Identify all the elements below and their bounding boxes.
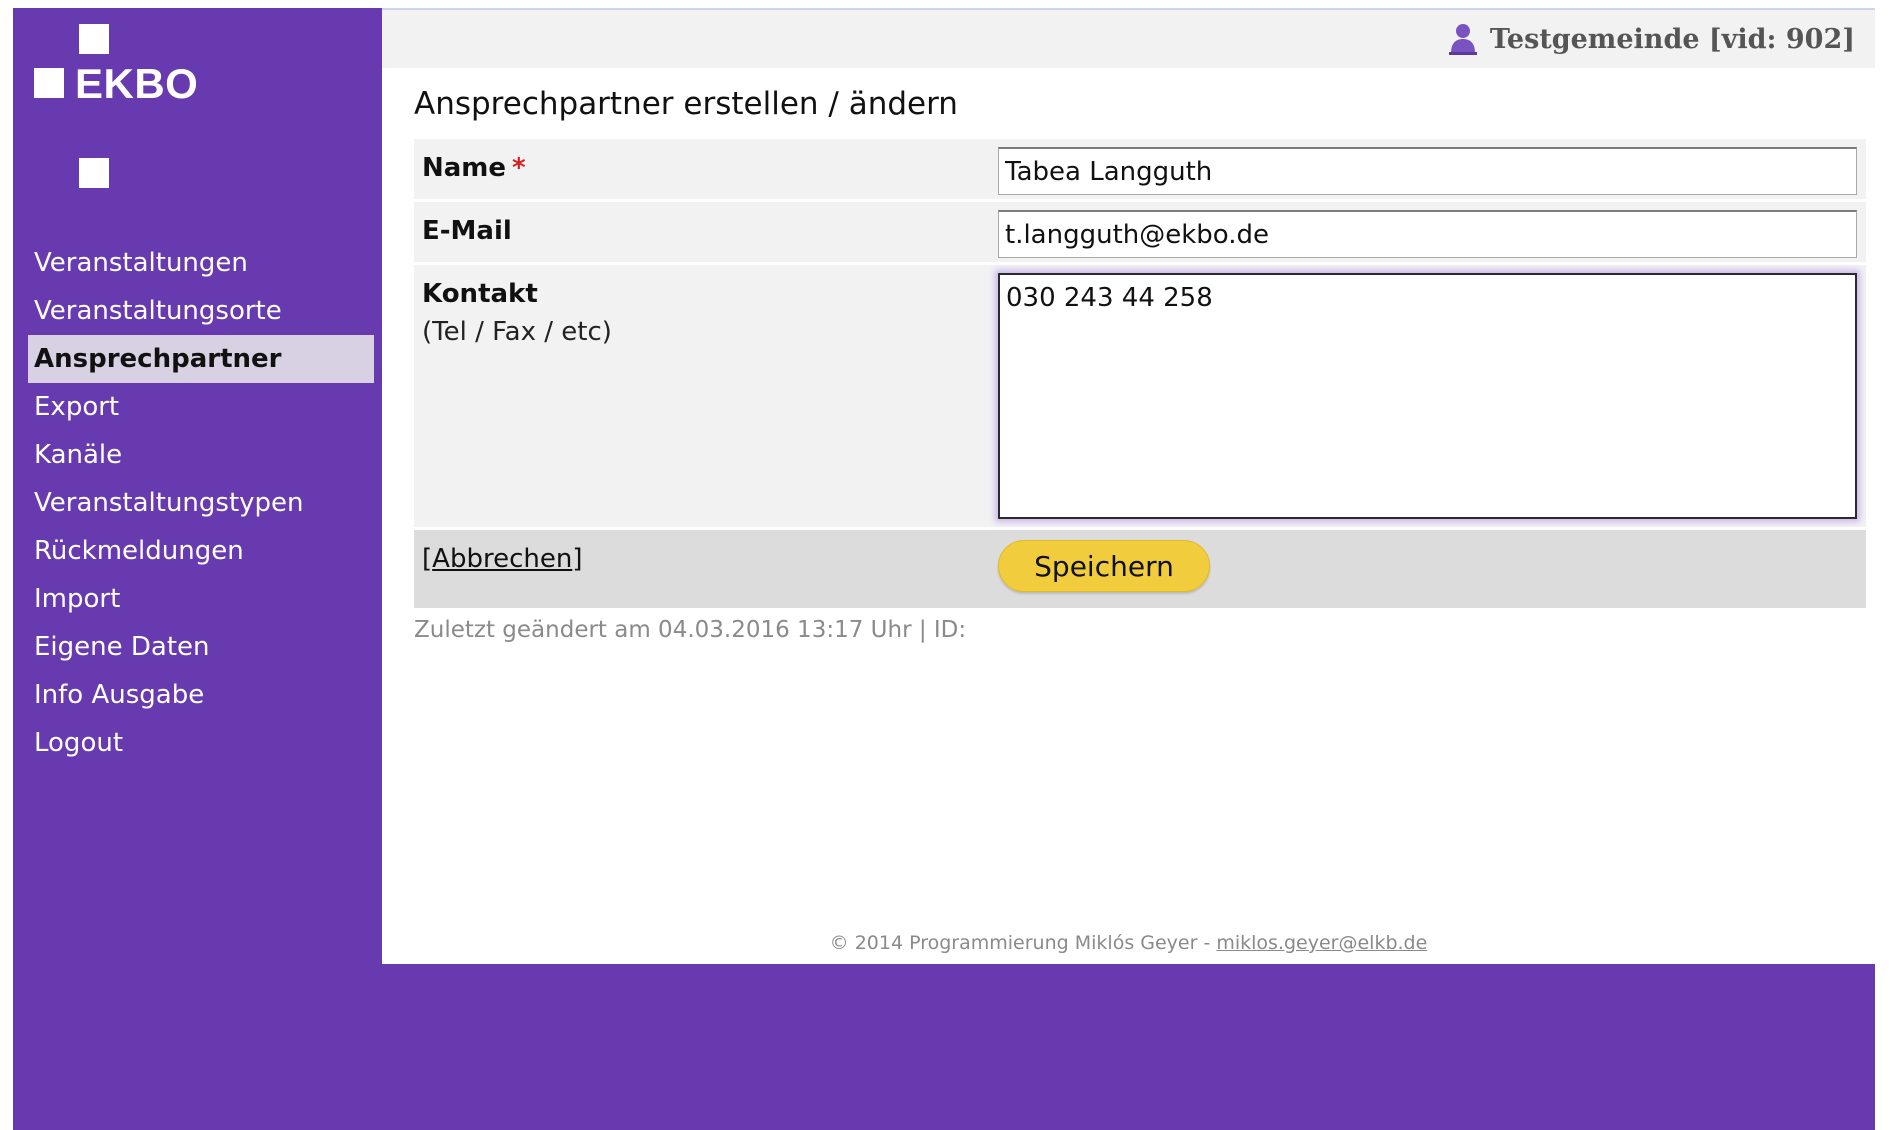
contact-label: Kontakt	[422, 279, 538, 309]
form-actions: [Abbrechen] Speichern	[414, 530, 1866, 608]
email-label: E-Mail	[422, 216, 512, 246]
sidebar-item-veranstaltungsorte[interactable]: Veranstaltungsorte	[13, 287, 382, 335]
logo: EKBO	[13, 8, 382, 198]
name-label-text: Name	[422, 153, 507, 183]
cancel-bracket-close: ]	[572, 544, 583, 574]
contact-sublabel: (Tel / Fax / etc)	[422, 317, 612, 347]
contact-form: Name* E-Mail Kontakt (Tel / Fax / etc) 0…	[414, 139, 1866, 608]
logo-square-top	[79, 24, 109, 54]
sidebar-item-ansprechpartner[interactable]: Ansprechpartner	[28, 335, 374, 383]
last-changed-info: Zuletzt geändert am 04.03.2016 13:17 Uhr…	[414, 617, 967, 643]
user-icon	[1448, 24, 1477, 55]
sidebar-item-veranstaltungen[interactable]: Veranstaltungen	[13, 239, 382, 287]
logo-square-bottom	[79, 158, 109, 188]
sidebar: EKBO Veranstaltungen Veranstaltungsorte …	[13, 8, 382, 1130]
cancel-link[interactable]: Abbrechen	[432, 544, 572, 574]
required-marker: *	[512, 153, 526, 183]
sidebar-item-import[interactable]: Import	[13, 575, 382, 623]
form-row-contact: Kontakt (Tel / Fax / etc) 030 243 44 258	[414, 265, 1866, 530]
sidebar-nav: Veranstaltungen Veranstaltungsorte Anspr…	[13, 239, 382, 767]
footer-copyright: © 2014 Programmierung Miklós Geyer -	[829, 932, 1217, 954]
user-info: Testgemeinde [vid: 902]	[1446, 22, 1855, 56]
footer-email-link[interactable]: miklos.geyer@elkb.de	[1216, 932, 1427, 954]
app-frame: EKBO Veranstaltungen Veranstaltungsorte …	[13, 8, 1875, 1130]
name-label: Name *	[422, 153, 526, 183]
sidebar-item-export[interactable]: Export	[13, 383, 382, 431]
sidebar-item-info-ausgabe[interactable]: Info Ausgabe	[13, 671, 382, 719]
form-row-name: Name *	[414, 139, 1866, 202]
logo-square-left	[34, 68, 64, 98]
sidebar-item-veranstaltungstypen[interactable]: Veranstaltungstypen	[13, 479, 382, 527]
form-row-email: E-Mail	[414, 202, 1866, 265]
sidebar-item-eigene-daten[interactable]: Eigene Daten	[13, 623, 382, 671]
main-content: Testgemeinde [vid: 902] Ansprechpartner …	[382, 8, 1875, 964]
footer: © 2014 Programmierung Miklós Geyer - mik…	[382, 932, 1875, 954]
sidebar-item-logout[interactable]: Logout	[13, 719, 382, 767]
save-button[interactable]: Speichern	[998, 540, 1210, 592]
cancel-link-wrapper: [Abbrechen]	[422, 544, 582, 574]
cancel-bracket-open: [	[422, 544, 433, 574]
email-field[interactable]	[998, 210, 1857, 258]
logo-text: EKBO	[75, 60, 199, 107]
sidebar-item-rueckmeldungen[interactable]: Rückmeldungen	[13, 527, 382, 575]
user-label: Testgemeinde [vid: 902]	[1489, 23, 1855, 55]
contact-textarea[interactable]: 030 243 44 258	[998, 273, 1857, 519]
page-title: Ansprechpartner erstellen / ändern	[414, 86, 958, 122]
top-bar: Testgemeinde [vid: 902]	[382, 8, 1875, 68]
name-field[interactable]	[998, 147, 1857, 195]
sidebar-item-kanaele[interactable]: Kanäle	[13, 431, 382, 479]
